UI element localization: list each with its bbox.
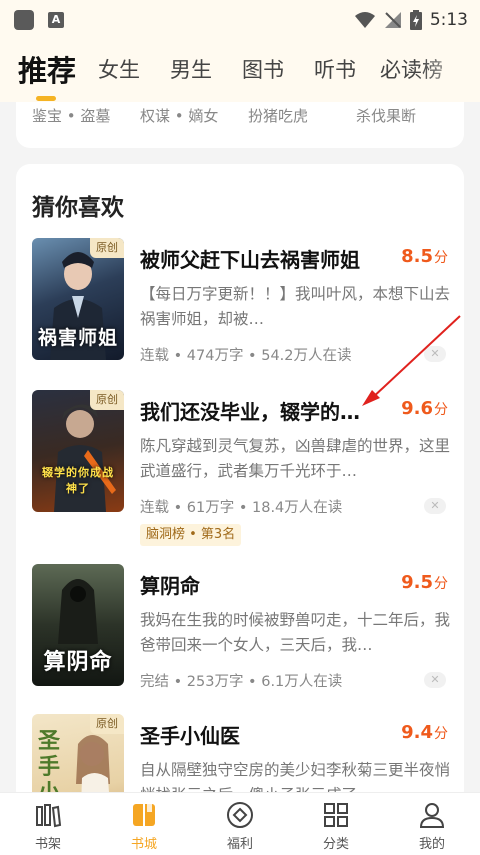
dismiss-icon[interactable]: ✕ — [424, 672, 446, 688]
wifi-icon — [354, 12, 375, 28]
original-badge: 原创 — [90, 390, 124, 410]
battery-icon — [409, 10, 422, 30]
book-title[interactable]: 被师父赶下山去祸害师姐 — [140, 244, 360, 273]
nav-label: 书架 — [34, 837, 61, 852]
book-cover[interactable]: 原创 祸害师姐 — [32, 238, 124, 360]
book-meta: 连载 • 61万字 • 18.4万人在读 — [140, 500, 343, 516]
tab-female[interactable]: 女生 — [98, 54, 140, 84]
dismiss-icon[interactable]: ✕ — [424, 498, 446, 514]
book-item[interactable]: 原创 圣手小仙 圣手小仙医 9.4分 自从隔壁独守空房的美少妇李秋菊三更半夜悄悄… — [16, 714, 464, 804]
bottom-navigation: 书架 书城 福利 分类 我的 — [0, 792, 480, 855]
gift-diamond-icon — [227, 802, 253, 828]
book-item[interactable]: 算阴命 算阴命 9.5分 我妈在生我的时候被野兽叼走，十二年后，我爸带回来一个女… — [16, 564, 464, 734]
book-score: 9.5分 — [401, 572, 448, 593]
active-tab-indicator — [36, 96, 56, 101]
book-score: 8.5分 — [401, 246, 448, 267]
book-title[interactable]: 圣手小仙医 — [140, 720, 240, 749]
nav-label: 分类 — [322, 837, 349, 852]
section-title: 猜你喜欢 — [32, 195, 124, 221]
status-bar: A 5:13 — [0, 0, 480, 40]
cover-title: 祸害师姐 — [38, 327, 119, 349]
annotation-arrow — [362, 315, 461, 406]
nav-welfare[interactable]: 福利 — [192, 793, 288, 855]
grid-icon — [324, 803, 348, 827]
category-tag[interactable]: 鉴宝 • 盗墓 — [32, 105, 110, 126]
user-icon — [419, 803, 445, 828]
book-title[interactable]: 我们还没毕业，辍学的… — [140, 396, 360, 425]
bookstore-icon — [133, 804, 155, 826]
original-badge: 原创 — [90, 714, 124, 734]
category-tags-card: 鉴宝 • 盗墓 权谋 • 嫡女 扮猪吃虎 杀伐果断 — [16, 102, 464, 148]
nav-category[interactable]: 分类 — [288, 793, 384, 855]
nav-label: 书城 — [130, 837, 157, 852]
book-title[interactable]: 算阴命 — [140, 570, 200, 599]
book-description: 陈凡穿越到灵气复苏，凶兽肆虐的世界，这里武道盛行，武者集万千光环于… — [140, 437, 450, 480]
tab-recommend[interactable]: 推荐 — [18, 48, 76, 90]
nav-label: 我的 — [418, 837, 445, 852]
book-cover[interactable]: 算阴命 — [32, 564, 124, 686]
book-meta: 完结 • 253万字 • 6.1万人在读 — [140, 674, 343, 690]
clock: 5:13 — [429, 10, 468, 30]
nav-mine[interactable]: 我的 — [384, 793, 480, 855]
app-notification-icon — [14, 10, 34, 30]
category-tag[interactable]: 权谋 • 嫡女 — [140, 105, 218, 126]
book-description: 我妈在生我的时候被野兽叼走，十二年后，我爸带回来一个女人，三天后，我… — [140, 611, 450, 654]
guess-you-like-card: 猜你喜欢 原创 祸害师姐 被师父赶下山去祸害师姐 8.5分 【每日万字更新！！】… — [16, 164, 464, 804]
nav-label: 福利 — [226, 837, 253, 852]
category-tag[interactable]: 杀伐果断 — [356, 105, 416, 126]
cover-title: 辍学的你成战神了 — [42, 466, 114, 495]
category-tag[interactable]: 扮猪吃虎 — [248, 105, 308, 126]
tab-fade — [420, 40, 480, 102]
original-badge: 原创 — [90, 238, 124, 258]
cover-title: 算阴命 — [43, 649, 113, 675]
top-tab-bar: 推荐 女生 男生 图书 听书 必读榜 — [0, 40, 480, 102]
rank-badge[interactable]: 脑洞榜 • 第3名 — [140, 524, 242, 546]
book-score: 9.4分 — [401, 722, 448, 743]
book-meta: 连载 • 474万字 • 54.2万人在读 — [140, 348, 352, 364]
tab-audio[interactable]: 听书 — [314, 54, 356, 84]
book-cover[interactable]: 原创 辍学的你成战神了 — [32, 390, 124, 512]
no-signal-icon — [384, 12, 401, 28]
tab-books[interactable]: 图书 — [242, 54, 284, 84]
book-cover[interactable]: 原创 圣手小仙 — [32, 714, 124, 804]
app-a-icon: A — [48, 12, 64, 28]
bookshelf-icon — [36, 804, 62, 828]
tab-male[interactable]: 男生 — [170, 54, 212, 84]
book-item[interactable]: 原创 辍学的你成战神了 我们还没毕业，辍学的… 9.6分 陈凡穿越到灵气复苏，凶… — [16, 390, 464, 560]
nav-bookstore[interactable]: 书城 — [96, 793, 192, 855]
nav-bookshelf[interactable]: 书架 — [0, 793, 96, 855]
